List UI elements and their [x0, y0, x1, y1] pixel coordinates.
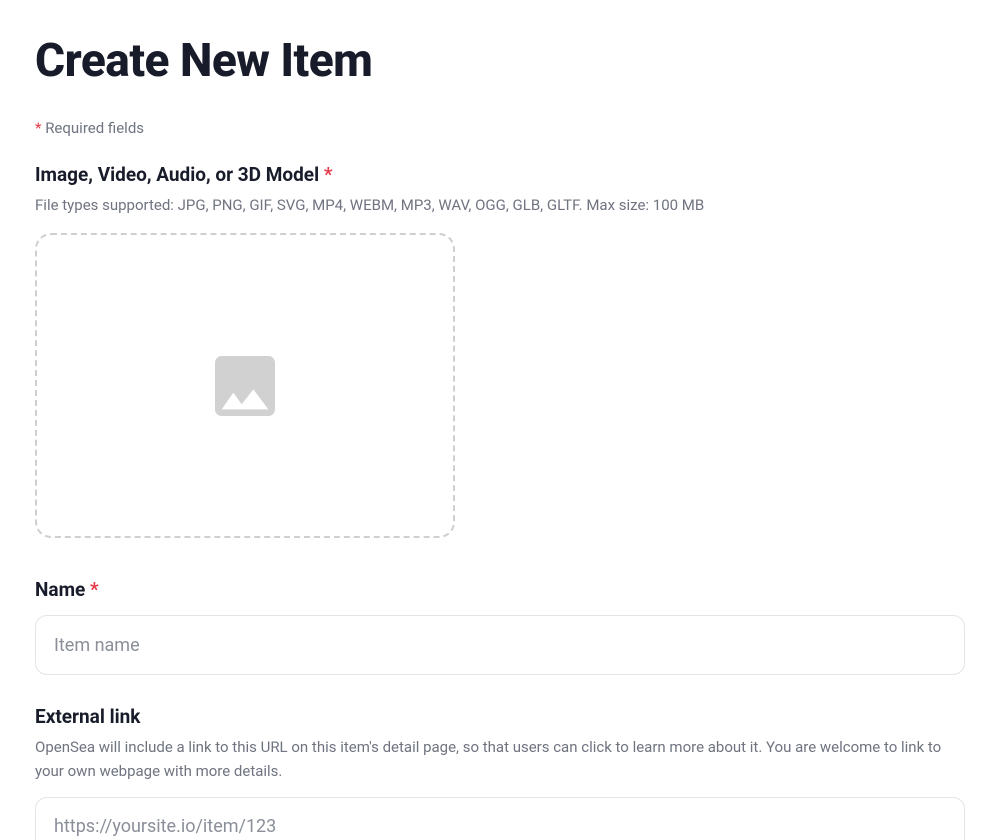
name-label-text: Name	[35, 578, 90, 601]
media-asterisk: *	[324, 163, 333, 186]
page-title: Create New Item	[35, 34, 965, 89]
name-asterisk: *	[90, 578, 99, 601]
media-help-text: File types supported: JPG, PNG, GIF, SVG…	[35, 194, 965, 217]
external-link-label: External link	[35, 705, 965, 728]
media-section: Image, Video, Audio, or 3D Model * File …	[35, 163, 965, 538]
external-link-section: External link OpenSea will include a lin…	[35, 705, 965, 840]
media-label: Image, Video, Audio, or 3D Model *	[35, 163, 965, 186]
name-section: Name *	[35, 578, 965, 675]
media-upload-dropzone[interactable]	[35, 233, 455, 538]
name-input[interactable]	[35, 615, 965, 675]
required-legend-text: Required fields	[41, 119, 144, 137]
external-link-help: OpenSea will include a link to this URL …	[35, 736, 965, 783]
name-label: Name *	[35, 578, 965, 601]
required-fields-legend: * Required fields	[35, 119, 965, 137]
media-label-text: Image, Video, Audio, or 3D Model	[35, 163, 324, 186]
image-placeholder-icon	[205, 346, 285, 426]
external-link-input[interactable]	[35, 797, 965, 840]
